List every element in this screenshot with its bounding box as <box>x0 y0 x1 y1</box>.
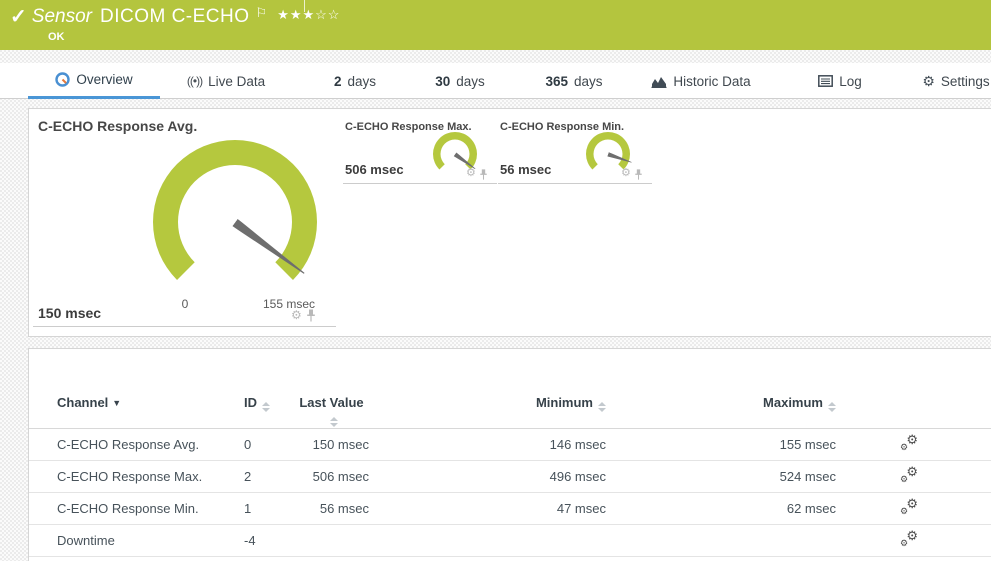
channel-id: 1 <box>244 501 294 516</box>
tab-30-days-number: 30 <box>435 74 450 89</box>
sensor-status-header: ✓ Sensor DICOM C-ECHO ⚐ ★★★☆☆ OK <box>0 0 991 50</box>
log-list-icon <box>818 75 833 87</box>
channel-maximum: 62 msec <box>606 501 836 516</box>
table-row[interactable]: Downtime -4 ⚙⚙ <box>29 525 991 557</box>
table-row[interactable]: C-ECHO Response Avg. 0 150 msec 146 msec… <box>29 429 991 461</box>
table-row[interactable]: C-ECHO Response Max. 2 506 msec 496 msec… <box>29 461 991 493</box>
channel-settings-gears-icon[interactable]: ⚙⚙ <box>900 498 918 516</box>
channel-minimum: 146 msec <box>369 437 606 452</box>
channels-table: Channel▼ ID Last Value Minimum Maximum C… <box>29 386 991 557</box>
sort-icon <box>330 417 338 427</box>
table-row[interactable]: C-ECHO Response Min. 1 56 msec 47 msec 6… <box>29 493 991 525</box>
header-divider <box>304 0 305 12</box>
column-header-minimum[interactable]: Minimum <box>369 395 606 412</box>
column-header-channel[interactable]: Channel▼ <box>57 395 244 410</box>
channel-id: 0 <box>244 437 294 452</box>
gauge-max-underline <box>343 183 497 184</box>
column-header-id[interactable]: ID <box>244 395 294 412</box>
gauge-avg-gear-icon[interactable]: ⚙ <box>291 309 302 321</box>
table-header-row: Channel▼ ID Last Value Minimum Maximum <box>29 386 991 429</box>
tab-2-days[interactable]: 2 days <box>318 63 392 99</box>
channel-settings-gears-icon[interactable]: ⚙⚙ <box>900 434 918 452</box>
sort-icon <box>828 402 836 412</box>
tab-live-data-label: Live Data <box>208 74 265 89</box>
tab-log[interactable]: Log <box>812 63 868 99</box>
channel-maximum: 155 msec <box>606 437 836 452</box>
column-header-maximum[interactable]: Maximum <box>606 395 836 412</box>
channel-name[interactable]: Downtime <box>57 533 244 548</box>
tab-2-days-number: 2 <box>334 74 342 89</box>
gauge-max-gear-icon[interactable]: ⚙ <box>466 167 476 179</box>
gauge-avg-underline <box>33 326 336 327</box>
tab-log-label: Log <box>839 74 862 89</box>
tab-overview[interactable]: Overview <box>28 63 160 99</box>
tab-settings-label: Settings <box>941 74 990 89</box>
channel-id: 2 <box>244 469 294 484</box>
tab-settings[interactable]: ⚙ Settings <box>918 63 991 99</box>
tab-overview-label: Overview <box>76 72 132 87</box>
tab-live-data[interactable]: ((•)) Live Data <box>170 63 282 99</box>
tab-historic-data[interactable]: Historic Data <box>646 63 756 99</box>
channel-name[interactable]: C-ECHO Response Avg. <box>57 437 244 452</box>
sort-desc-icon: ▼ <box>112 398 121 408</box>
sort-icon <box>598 402 606 412</box>
flag-icon[interactable]: ⚐ <box>256 5 268 21</box>
channel-name[interactable]: C-ECHO Response Min. <box>57 501 244 516</box>
tab-2-days-unit: days <box>347 74 376 89</box>
channel-maximum: 524 msec <box>606 469 836 484</box>
priority-stars[interactable]: ★★★☆☆ <box>277 7 340 23</box>
settings-gear-icon: ⚙ <box>922 74 935 88</box>
live-data-icon: ((•)) <box>187 74 202 88</box>
tab-bar: Overview ((•)) Live Data 2 days 30 days … <box>0 63 991 99</box>
tab-365-days-number: 365 <box>545 74 568 89</box>
channel-settings-gears-icon[interactable]: ⚙⚙ <box>900 466 918 484</box>
channel-minimum: 496 msec <box>369 469 606 484</box>
channel-id: -4 <box>244 533 294 548</box>
sort-icon <box>262 402 270 412</box>
channel-last-value: 150 msec <box>294 437 369 452</box>
tab-30-days-unit: days <box>456 74 485 89</box>
column-header-last-value[interactable]: Last Value <box>294 395 369 427</box>
status-check-icon: ✓ <box>10 4 27 30</box>
tab-365-days-unit: days <box>574 74 603 89</box>
tab-historic-data-label: Historic Data <box>673 74 750 89</box>
gauge-avg-pin-icon[interactable] <box>306 309 316 327</box>
channels-panel: Channel▼ ID Last Value Minimum Maximum C… <box>28 348 991 561</box>
tab-365-days[interactable]: 365 days <box>530 63 618 99</box>
channel-last-value: 56 msec <box>294 501 369 516</box>
object-type-label: Sensor <box>32 6 92 28</box>
sensor-title: DICOM C-ECHO <box>100 6 250 28</box>
channel-last-value: 506 msec <box>294 469 369 484</box>
channel-settings-gears-icon[interactable]: ⚙⚙ <box>900 530 918 548</box>
gauge-avg-value: 150 msec <box>38 305 101 321</box>
channel-minimum: 47 msec <box>369 501 606 516</box>
gauge-min-gear-icon[interactable]: ⚙ <box>621 167 631 179</box>
gauge-min-underline <box>498 183 652 184</box>
area-chart-icon <box>651 75 667 88</box>
tab-30-days[interactable]: 30 days <box>422 63 498 99</box>
status-badge: OK <box>48 31 65 43</box>
gauge-max-value: 506 msec <box>345 162 404 177</box>
gauge-avg-scale-min: 0 <box>165 297 205 311</box>
gauge-min-value: 56 msec <box>500 162 551 177</box>
gauge-icon <box>55 72 70 87</box>
channel-name[interactable]: C-ECHO Response Max. <box>57 469 244 484</box>
